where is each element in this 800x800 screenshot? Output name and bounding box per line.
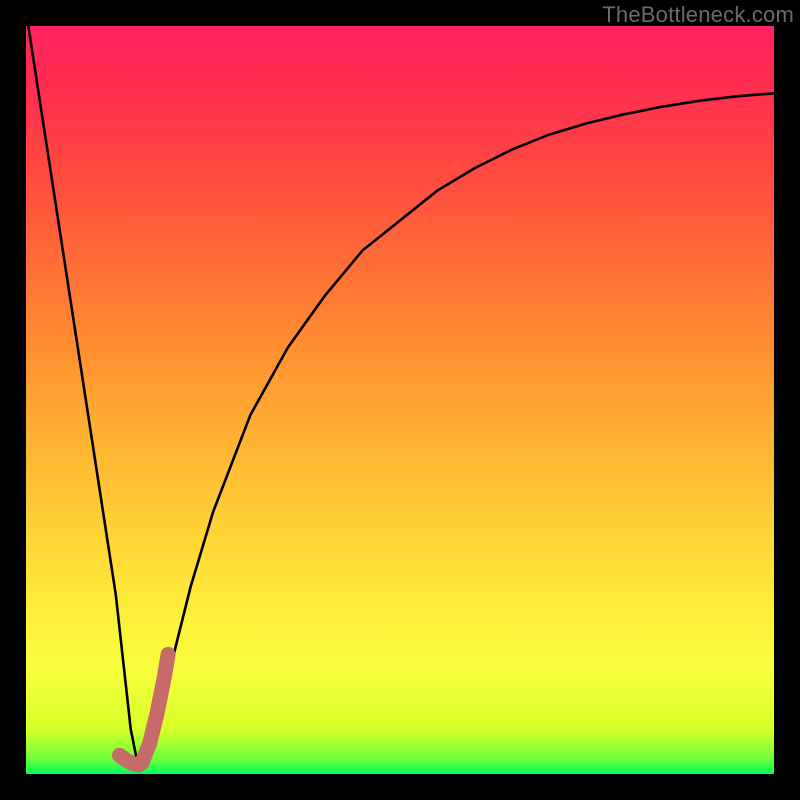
watermark-text: TheBottleneck.com <box>602 2 794 28</box>
bottleneck-curve <box>26 26 774 767</box>
chart-frame: TheBottleneck.com <box>0 0 800 800</box>
accent-segment <box>120 654 169 765</box>
curve-svg <box>26 26 774 774</box>
plot-area <box>26 26 774 774</box>
